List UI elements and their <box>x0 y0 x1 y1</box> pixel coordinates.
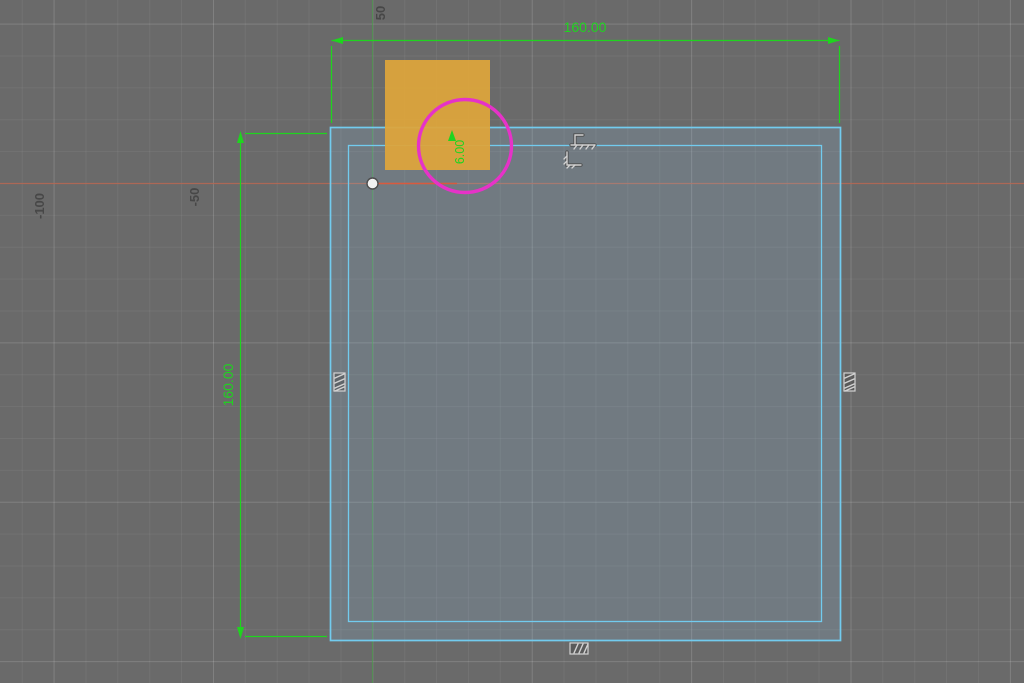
origin-point[interactable] <box>367 178 378 189</box>
dimension-height[interactable]: 160.00 <box>220 131 327 639</box>
selection-highlight-region[interactable] <box>385 60 490 170</box>
grid-label-x-minus-50: -50 <box>187 188 202 207</box>
fix-constraint-icon-bottom[interactable] <box>570 643 588 654</box>
dimension-width-value[interactable]: 160.00 <box>564 19 607 35</box>
sketch-overlay: 160.00 160.00 6.00 <box>0 0 1024 683</box>
dimension-arrow-bottom-icon <box>237 627 244 639</box>
fix-constraint-icon-right[interactable] <box>844 373 855 391</box>
fix-constraint-icon-left[interactable] <box>334 373 345 391</box>
dimension-arrow-right-icon <box>828 37 840 44</box>
grid-label-x-minus-100: -100 <box>32 193 47 219</box>
dimension-arrow-top-icon <box>237 131 244 143</box>
dimension-height-value[interactable]: 160.00 <box>220 363 236 406</box>
dimension-circle-value[interactable]: 6.00 <box>453 140 467 164</box>
sketch-profile-region[interactable] <box>331 128 841 641</box>
grid-label-y-50: 50 <box>373 6 388 20</box>
dimension-arrow-left-icon <box>332 37 344 44</box>
sketch-canvas[interactable]: 160.00 160.00 6.00 <box>0 0 1024 683</box>
